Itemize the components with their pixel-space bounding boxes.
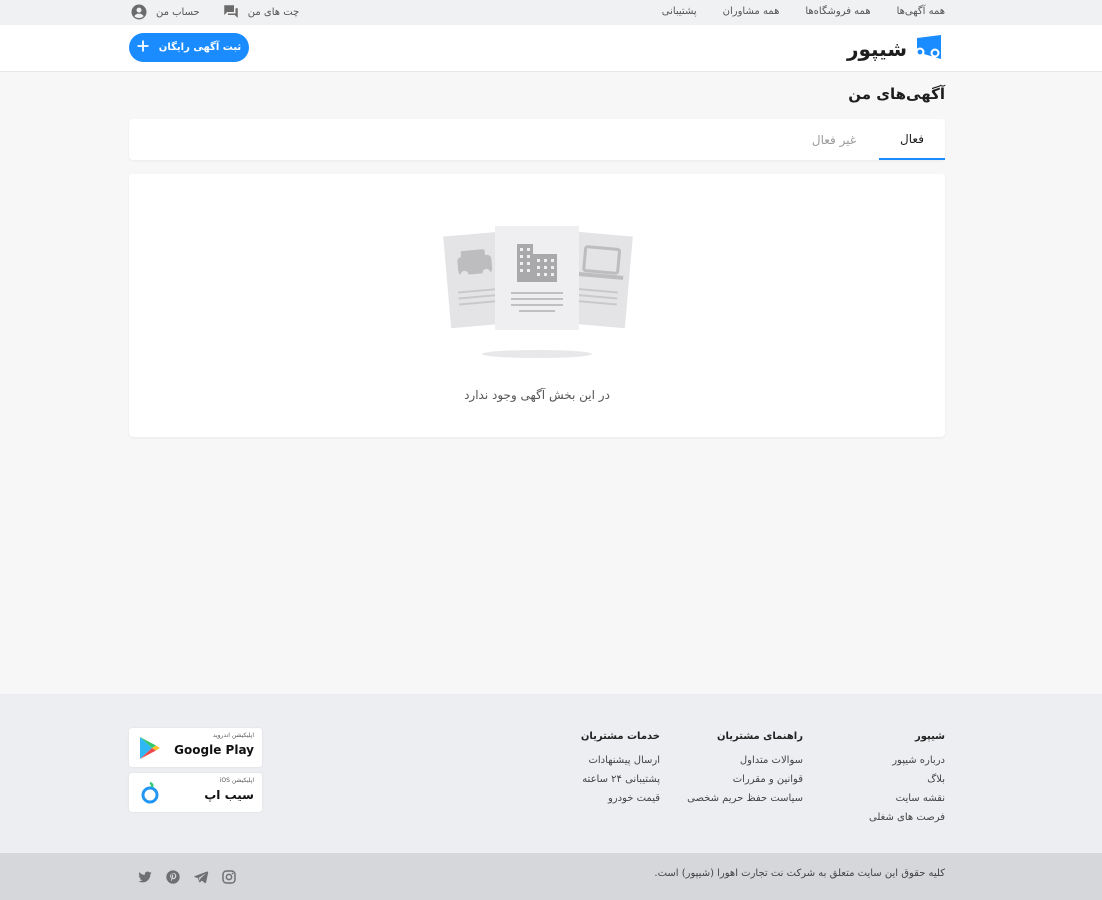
footer-column-title: خدمات مشتریان: [580, 731, 660, 742]
footer-link-about[interactable]: درباره شیپور: [869, 755, 945, 766]
chats-label: چت های من: [247, 6, 300, 18]
copyright-text: کلیه حقوق این سایت متعلق به شرکت نت تجار…: [654, 868, 945, 879]
footer-column-title: شیپور: [914, 731, 945, 742]
account-icon: [130, 3, 148, 21]
chats-link[interactable]: چت های من: [222, 3, 299, 21]
social-links: [137, 869, 237, 885]
top-nav-links: همه آگهی‌ها همه فروشگاه‌ها همه مشاوران پ…: [662, 6, 945, 17]
user-menu: حساب من چت های من: [130, 3, 299, 21]
sibapp-subtitle: اپلیکیشن iOS: [219, 777, 254, 784]
footer-link-sitemap[interactable]: نقشه سایت: [869, 793, 945, 804]
tab-active[interactable]: فعال: [879, 119, 945, 160]
header: شیپور ثبت آگهی رایگان: [0, 25, 1102, 72]
nav-link-all-ads[interactable]: همه آگهی‌ها: [897, 6, 945, 17]
horn-logo-icon: [911, 34, 945, 64]
footer-link-support-24h[interactable]: پشتیبانی ۲۴ ساعته: [581, 774, 660, 785]
telegram-icon[interactable]: [193, 869, 209, 885]
post-ad-button[interactable]: ثبت آگهی رایگان: [129, 33, 249, 62]
footer-link-terms[interactable]: قوانین و مقررات: [687, 774, 803, 785]
footer: شیپور درباره شیپور بلاگ نقشه سایت فرصت ه…: [0, 694, 1102, 853]
logo[interactable]: شیپور: [847, 34, 945, 64]
nav-link-all-consultants[interactable]: همه مشاوران: [723, 6, 780, 17]
chat-icon: [222, 3, 240, 21]
footer-link-careers[interactable]: فرصت های شغلی: [869, 812, 945, 823]
footer-link-privacy[interactable]: سیاست حفظ حریم شخصی: [687, 793, 803, 804]
account-label: حساب من: [156, 6, 200, 18]
cta-label: ثبت آگهی رایگان: [158, 42, 242, 53]
plus-icon: [137, 40, 149, 55]
account-link[interactable]: حساب من: [130, 3, 200, 21]
pinterest-icon[interactable]: [165, 869, 181, 885]
footer-link-feedback[interactable]: ارسال پیشنهادات: [581, 755, 660, 766]
footer-column-customer-services: خدمات مشتریان ارسال پیشنهادات پشتیبانی ۲…: [581, 731, 660, 812]
sibapp-name: سیب اپ: [204, 788, 254, 802]
twitter-icon[interactable]: [137, 869, 153, 885]
footer-link-car-prices[interactable]: قیمت خودرو: [581, 793, 660, 804]
nav-link-all-shops[interactable]: همه فروشگاه‌ها: [805, 6, 870, 17]
top-bar: همه آگهی‌ها همه فروشگاه‌ها همه مشاوران پ…: [0, 0, 1102, 25]
ad-status-tabs: فعال غیر فعال: [129, 119, 945, 160]
sibapp-badge[interactable]: اپلیکیشن iOS سیب اپ: [129, 773, 262, 812]
footer-link-blog[interactable]: بلاگ: [869, 774, 945, 785]
sibapp-icon: [139, 781, 161, 809]
page-title: آگهی‌های من: [848, 85, 945, 103]
empty-state-card: در این بخش آگهی وجود ندارد: [129, 174, 945, 437]
copyright-bar: کلیه حقوق این سایت متعلق به شرکت نت تجار…: [0, 853, 1102, 900]
empty-state-message: در این بخش آگهی وجود ندارد: [464, 388, 610, 402]
tab-inactive[interactable]: غیر فعال: [789, 119, 879, 160]
footer-column-sheypoor: شیپور درباره شیپور بلاگ نقشه سایت فرصت ه…: [869, 731, 945, 831]
logo-text: شیپور: [846, 37, 908, 61]
footer-column-customer-guide: راهنمای مشتریان سوالات متداول قوانین و م…: [687, 731, 803, 812]
google-play-icon: [139, 736, 161, 764]
google-play-subtitle: اپلیکیشن اندروید: [212, 732, 254, 739]
footer-column-title: راهنمای مشتریان: [716, 731, 803, 742]
instagram-icon[interactable]: [221, 869, 237, 885]
nav-link-support[interactable]: پشتیبانی: [662, 6, 697, 17]
google-play-badge[interactable]: اپلیکیشن اندروید Google Play: [129, 728, 262, 767]
footer-link-faq[interactable]: سوالات متداول: [687, 755, 803, 766]
empty-ads-illustration: [443, 224, 633, 364]
google-play-name: Google Play: [174, 743, 254, 757]
